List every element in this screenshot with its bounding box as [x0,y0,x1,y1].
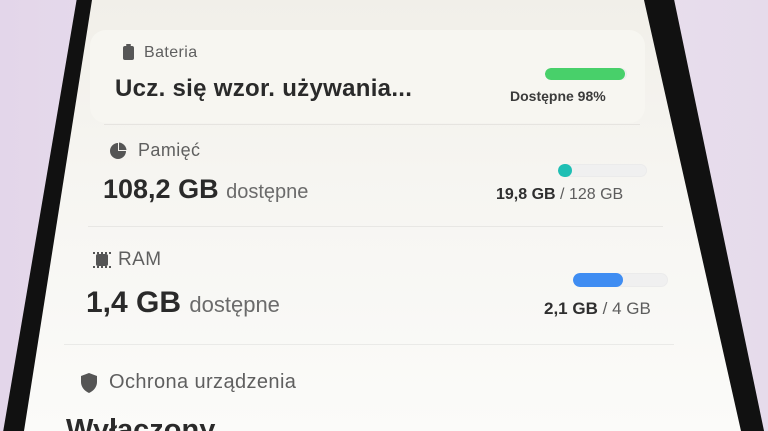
storage-available: 108,2 GB dostępne [103,174,308,205]
divider-battery-storage [104,124,640,125]
storage-used: 19,8 GB [496,186,556,203]
ram-available-suffix: dostępne [189,292,280,317]
pie-chart-icon [108,141,128,161]
ram-total: 4 GB [612,299,651,318]
device-care-screen: Bateria Ucz. się wzor. używania... Dostę… [24,0,741,431]
shield-icon [79,372,99,394]
battery-available-text: Dostępne 98% [510,88,606,104]
ram-available-value: 1,4 GB [86,286,182,319]
battery-icon [123,44,134,60]
device-scene: Bateria Ucz. się wzor. używania... Dostę… [0,0,768,431]
ram-progress-bar [573,273,668,287]
divider-ram-protection [64,344,674,345]
storage-label: Pamięć [138,140,201,160]
storage-progress-fill [558,164,572,177]
ram-label-row[interactable]: RAM [93,249,162,271]
battery-status: Ucz. się wzor. używania... [115,75,413,102]
ram-label: RAM [118,249,162,270]
protection-status: Wyłączony [66,414,216,431]
battery-label-row: Bateria [123,44,198,62]
ram-usage-text: 2,1 GB / 4 GB [544,299,651,319]
battery-progress-fill [545,68,626,80]
divider-storage-ram [88,226,663,227]
chip-icon [93,252,111,268]
storage-progress-bar [558,164,647,177]
ram-available: 1,4 GB dostępne [86,286,280,320]
battery-label: Bateria [144,44,198,61]
battery-progress-bar [545,68,627,80]
ram-progress-fill [573,273,623,287]
storage-usage-text: 19,8 GB / 128 GB [496,186,623,204]
storage-available-suffix: dostępne [226,181,309,203]
protection-label: Ochrona urządzenia [109,371,297,393]
storage-total: 128 GB [568,186,624,203]
storage-available-value: 108,2 GB [103,174,219,204]
ram-used: 2,1 GB [544,299,598,318]
ram-separator: / [602,299,608,318]
storage-label-row[interactable]: Pamięć [108,140,200,161]
protection-label-row[interactable]: Ochrona urządzenia [79,371,296,394]
storage-separator: / [560,186,565,203]
